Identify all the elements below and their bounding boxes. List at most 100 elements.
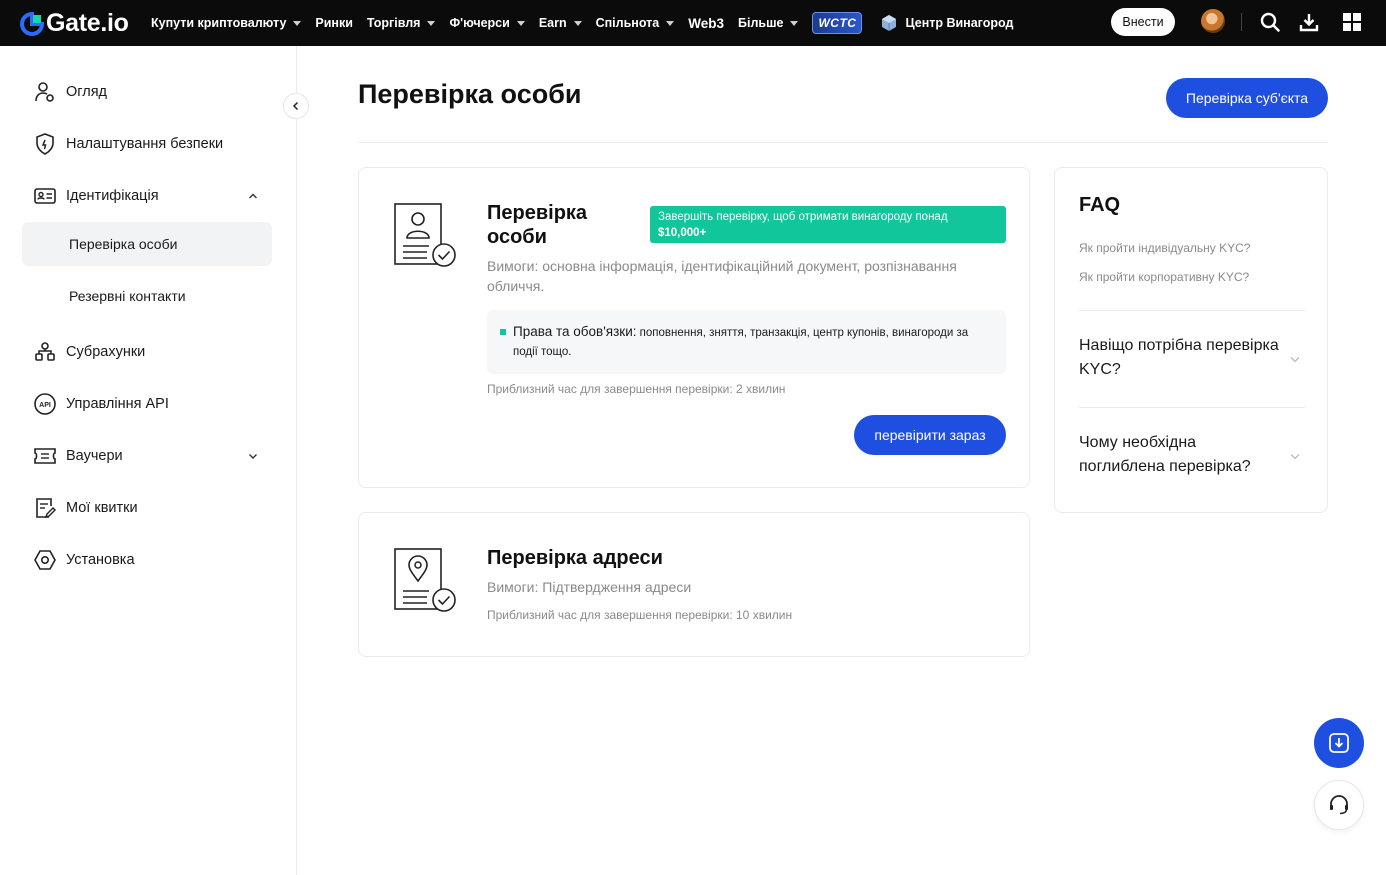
subaccounts-icon <box>35 342 55 361</box>
floating-support-button[interactable] <box>1314 780 1364 830</box>
sidebar: Огляд Налаштування безпеки Ідентифікація… <box>0 46 297 875</box>
deposit-button[interactable]: Внести <box>1111 8 1175 36</box>
identity-verification-card: Перевірка особи Завершіть перевірку, щоб… <box>358 167 1030 488</box>
sidebar-item-label: Управління API <box>66 396 169 412</box>
user-overview-icon <box>35 82 54 102</box>
rights-text: поповнення, зняття, транзакція, центр ку… <box>636 327 969 339</box>
sidebar-item-overview[interactable]: Огляд <box>22 70 272 114</box>
nav-buy-crypto[interactable]: Купути криптовалюту <box>151 16 302 30</box>
nav-label: Центр Винагород <box>905 16 1014 30</box>
sidebar-item-label: Ідентифікація <box>66 188 159 204</box>
nav-menu: Купути криптовалюту Ринки Торгівля Ф'юче… <box>151 0 1027 46</box>
caret-down-icon <box>666 20 675 26</box>
nav-community[interactable]: Спільнота <box>596 16 675 30</box>
gate-logo-icon <box>20 11 44 36</box>
caret-down-icon <box>573 20 582 26</box>
sidebar-item-settings[interactable]: Установка <box>22 538 272 582</box>
sidebar-item-subaccounts[interactable]: Субрахунки <box>22 330 272 374</box>
wctc-badge[interactable]: WCTC <box>812 12 863 34</box>
faq-question-text: KYC? <box>1079 361 1121 378</box>
chevron-down-icon <box>249 454 257 459</box>
avatar[interactable] <box>1201 9 1225 33</box>
sidebar-subitem-backup-contacts[interactable]: Резервні контакти <box>22 274 272 318</box>
api-icon: API <box>34 393 56 415</box>
faq-question-advanced-verification[interactable]: Чому необхідна поглиблена перевірка? <box>1079 431 1279 479</box>
sidebar-item-label: Огляд <box>66 84 108 100</box>
download-icon[interactable] <box>1298 11 1320 33</box>
chevron-down-icon[interactable] <box>1289 353 1301 365</box>
nav-more[interactable]: Більше <box>738 16 799 30</box>
search-icon[interactable] <box>1259 11 1281 33</box>
faq-question-text: Чому необхідна <box>1079 434 1197 451</box>
settings-icon <box>34 550 56 570</box>
address-document-icon <box>394 548 456 612</box>
divider <box>1241 13 1242 31</box>
verify-now-button[interactable]: перевірити зараз <box>854 415 1006 455</box>
chevron-down-icon[interactable] <box>1289 450 1301 462</box>
faq-link-individual-kyc[interactable]: Як пройти індивідуальну KYC? <box>1079 241 1250 255</box>
faq-link-corporate-kyc[interactable]: Як пройти корпоративну KYC? <box>1079 270 1249 284</box>
nav-earn[interactable]: Earn <box>539 16 582 30</box>
sidebar-subitem-personal-verification[interactable]: Перевірка особи <box>22 222 272 266</box>
shield-icon <box>36 133 54 155</box>
faq-question-text: Навіщо потрібна перевірка <box>1079 337 1279 354</box>
nav-label: Ринки <box>315 16 353 30</box>
nav-label: Earn <box>538 16 567 30</box>
download-icon <box>1329 733 1349 753</box>
reward-promo-banner: Завершіть перевірку, щоб отримати винаго… <box>650 206 1006 243</box>
title-line: Перевірка <box>487 202 588 224</box>
id-card-icon <box>34 188 56 204</box>
title-line: особи <box>487 226 547 248</box>
address-requirements: Вимоги: Підтвердження адреси <box>487 579 692 595</box>
nav-label: Спільнота <box>595 16 660 30</box>
faq-question-why-kyc[interactable]: Навіщо потрібна перевірка KYC? <box>1079 334 1279 382</box>
identity-document-icon <box>394 203 456 267</box>
page-title: Перевірка особи <box>358 79 582 109</box>
nav-rewards-center[interactable]: Центр Винагород <box>880 14 1013 32</box>
sidebar-item-tickets[interactable]: Мої квитки <box>22 486 272 530</box>
divider <box>1079 407 1305 408</box>
sidebar-item-label: Установка <box>66 552 135 568</box>
requirements-line: Вимоги: основна інформація, ідентифікаці… <box>487 258 957 274</box>
entity-verification-button[interactable]: Перевірка суб'єкта <box>1166 78 1328 118</box>
divider <box>358 142 1328 143</box>
nav-futures[interactable]: Ф'ючерси <box>449 16 525 30</box>
nav-web3[interactable]: Web3 <box>688 16 724 31</box>
caret-down-icon <box>790 20 799 26</box>
floating-download-button[interactable] <box>1314 718 1364 768</box>
sidebar-collapse-button[interactable] <box>283 93 309 119</box>
promo-text: Завершіть перевірку, щоб отримати винаго… <box>658 211 948 223</box>
nav-markets[interactable]: Ринки <box>315 16 353 30</box>
nav-trade[interactable]: Торгівля <box>367 16 436 30</box>
sidebar-item-identification[interactable]: Ідентифікація <box>22 174 272 218</box>
gate-logo[interactable]: Gate.io <box>20 9 129 38</box>
estimated-time: Приблизний час для завершення перевірки:… <box>487 608 793 622</box>
sidebar-item-api[interactable]: API Управління API <box>22 382 272 426</box>
grid-icon[interactable] <box>1341 11 1363 33</box>
divider <box>1079 310 1305 311</box>
caret-down-icon <box>427 20 436 26</box>
address-card-title: Перевірка адреси <box>487 547 663 569</box>
sidebar-item-vouchers[interactable]: Ваучери <box>22 434 272 478</box>
top-navigation: Gate.io Купути криптовалюту Ринки Торгів… <box>0 0 1386 46</box>
headset-icon <box>1330 795 1348 815</box>
ticket-icon <box>36 498 56 519</box>
address-verification-card[interactable]: Перевірка адреси Вимоги: Підтвердження а… <box>358 512 1030 657</box>
estimated-time: Приблизний час для завершення перевірки:… <box>487 382 786 396</box>
nav-label: Ф'ючерси <box>449 16 510 30</box>
identity-card-title: Перевірка особи <box>487 201 587 249</box>
nav-label: Купути криптовалюту <box>151 16 287 30</box>
sidebar-item-label: Ваучери <box>66 448 123 464</box>
rights-text: події тощо. <box>513 346 572 358</box>
chevron-left-icon <box>292 101 299 111</box>
logo-text: Gate.io <box>46 9 129 37</box>
faq-question-text: поглиблена перевірка? <box>1079 458 1251 475</box>
chevron-up-icon <box>249 193 257 199</box>
bullet-icon <box>500 329 506 335</box>
faq-panel: FAQ Як пройти індивідуальну KYC? Як прой… <box>1054 167 1328 513</box>
nav-label: Торгівля <box>366 16 421 30</box>
sidebar-item-security[interactable]: Налаштування безпеки <box>22 122 272 166</box>
requirements-line: обличчя. <box>487 278 545 294</box>
reward-box-icon <box>882 15 897 31</box>
nav-label: Більше <box>738 16 784 30</box>
